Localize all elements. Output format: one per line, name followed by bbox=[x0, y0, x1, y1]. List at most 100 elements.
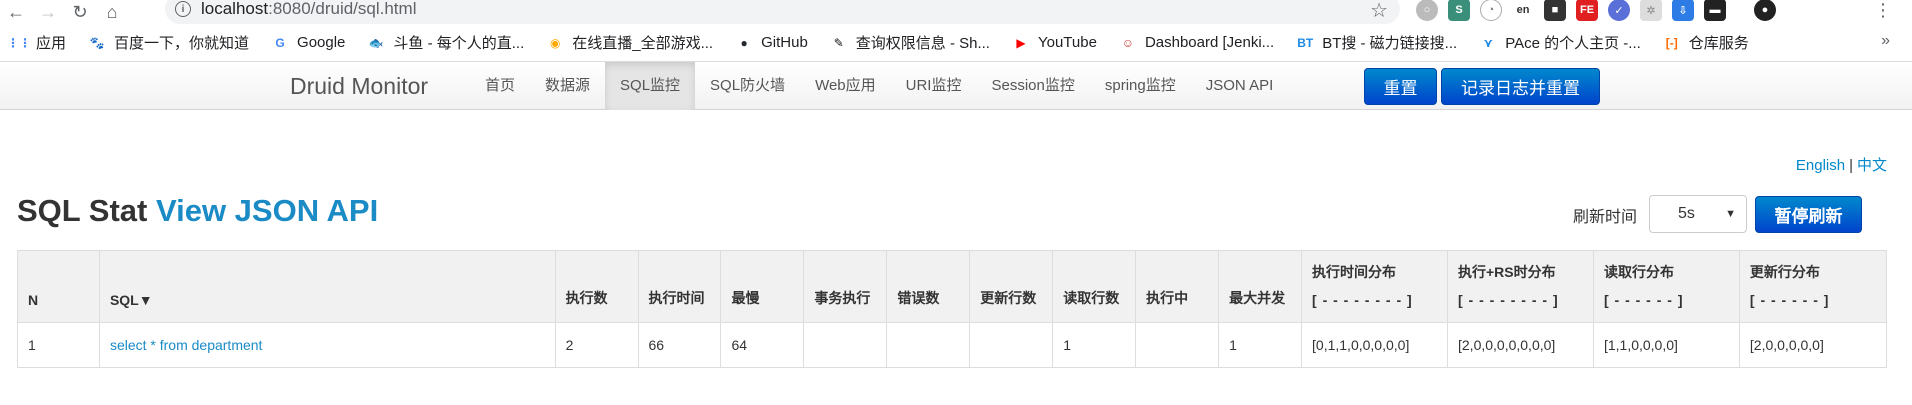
repo-icon: [-] bbox=[1665, 35, 1678, 50]
nav-item[interactable]: SQL防火墙 bbox=[695, 62, 800, 110]
profile-avatar-icon[interactable]: ● bbox=[1754, 0, 1776, 21]
nav-item[interactable]: Web应用 bbox=[800, 62, 891, 110]
column-header[interactable]: 事务执行 bbox=[803, 250, 888, 323]
column-header[interactable]: 读取行数 bbox=[1052, 250, 1137, 323]
bookmark-item[interactable]: ◉ 在线直播_全部游戏... bbox=[546, 32, 713, 53]
bookmark-item[interactable]: BT BT搜 - 磁力链接搜... bbox=[1296, 32, 1457, 53]
back-icon[interactable]: ← bbox=[0, 0, 32, 24]
column-header[interactable]: 错误数 bbox=[886, 250, 971, 323]
bookmark-star-icon[interactable]: ☆ bbox=[1370, 0, 1388, 23]
bookmark-label: BT搜 - 磁力链接搜... bbox=[1322, 35, 1458, 52]
chinese-link[interactable]: 中文 bbox=[1857, 157, 1887, 174]
bookmark-item[interactable]: ▶ YouTube bbox=[1012, 34, 1097, 52]
column-header[interactable]: 更新行数 bbox=[969, 250, 1054, 323]
refresh-time-label: 刷新时间 bbox=[1573, 209, 1638, 226]
nav-item[interactable]: URI监控 bbox=[891, 62, 977, 110]
bookmark-item[interactable]: [-] 仓库服务 bbox=[1663, 32, 1749, 53]
column-header-label: 读取行数 bbox=[1063, 290, 1120, 306]
language-switch: English | 中文 bbox=[1796, 154, 1887, 175]
column-header[interactable]: 执行时间 bbox=[637, 250, 722, 323]
extension-circle-icon[interactable]: ○ bbox=[1416, 0, 1438, 21]
view-json-api-link[interactable]: View JSON API bbox=[156, 193, 378, 228]
nav-item[interactable]: spring监控 bbox=[1090, 62, 1191, 110]
column-header-label: 更新行数 bbox=[980, 290, 1037, 306]
bookmark-label: YouTube bbox=[1037, 34, 1097, 51]
bookmark-item[interactable]: ☺ Dashboard [Jenki... bbox=[1119, 34, 1274, 52]
column-header-label: 执行中 bbox=[1146, 290, 1189, 306]
column-header[interactable]: 执行数 bbox=[554, 250, 639, 323]
bookmark-item[interactable]: G Google bbox=[271, 34, 345, 52]
nav-item[interactable]: JSON API bbox=[1191, 62, 1289, 110]
bookmark-label: 在线直播_全部游戏... bbox=[572, 35, 714, 52]
bookmark-item[interactable]: ● GitHub bbox=[735, 34, 807, 52]
column-header[interactable]: 执行中 bbox=[1135, 250, 1220, 323]
browser-menu-icon[interactable]: ⋮ bbox=[1874, 0, 1892, 21]
table-row: 1 select * from department 2 66 64 1 1 [0,1,1,0… bbox=[17, 322, 1888, 368]
sql-sort-header[interactable]: SQL▼ bbox=[98, 250, 556, 323]
table-cell: select * from department bbox=[98, 322, 556, 368]
log-and-reset-button[interactable]: 记录日志并重置 bbox=[1441, 68, 1600, 105]
distribution-range-label: [ - - - - - - - - ] bbox=[1458, 292, 1559, 308]
extension-gear-icon[interactable]: ✲ bbox=[1640, 0, 1662, 21]
column-header[interactable]: 执行时间分布 [ - - - - - - - - ] bbox=[1301, 250, 1448, 323]
nav-item[interactable]: SQL监控 bbox=[605, 62, 696, 110]
english-link[interactable]: English bbox=[1796, 157, 1845, 174]
table-cell bbox=[886, 322, 971, 368]
bookmark-item[interactable]: ✎ 查询权限信息 - Sh... bbox=[830, 32, 990, 53]
chevron-down-icon: ▼ bbox=[1725, 208, 1736, 220]
more-bookmarks-icon[interactable]: » bbox=[1881, 32, 1890, 50]
extension-download-icon[interactable]: ⇩ bbox=[1672, 0, 1694, 21]
home-icon[interactable]: ⌂ bbox=[96, 0, 128, 24]
column-header-label: 读取行分布 bbox=[1603, 264, 1674, 280]
bookmark-label: 百度一下，你就知道 bbox=[114, 35, 250, 52]
extension-s-icon[interactable]: S bbox=[1448, 0, 1470, 21]
address-bar[interactable]: i localhost:8080/druid/sql.html ☆ bbox=[165, 0, 1400, 24]
table-cell: [2,0,0,0,0,0,0,0] bbox=[1447, 322, 1594, 368]
nav-item[interactable]: 首页 bbox=[470, 62, 530, 110]
bt-icon: BT bbox=[1297, 35, 1314, 50]
table-cell: 1 bbox=[17, 322, 100, 368]
extension-check-icon[interactable]: ✓ bbox=[1608, 0, 1630, 21]
bookmark-label: 仓库服务 bbox=[1688, 35, 1749, 52]
huya-icon: ◉ bbox=[550, 35, 561, 50]
reset-button[interactable]: 重置 bbox=[1364, 68, 1437, 105]
extension-translate-icon[interactable]: en bbox=[1512, 0, 1534, 21]
bookmark-label: Google bbox=[297, 34, 346, 51]
column-header-label: 执行+RS时分布 bbox=[1458, 264, 1556, 280]
column-header[interactable]: 最慢 bbox=[720, 250, 805, 323]
table-cell bbox=[969, 322, 1054, 368]
brand-title[interactable]: Druid Monitor bbox=[290, 73, 428, 100]
column-header-label: 执行数 bbox=[565, 290, 608, 306]
bookmark-item[interactable]: ⋎ PAce 的个人主页 -... bbox=[1479, 32, 1641, 53]
title-text: SQL Stat bbox=[17, 193, 148, 228]
column-header[interactable]: 更新行分布 [ - - - - - - ] bbox=[1738, 250, 1888, 323]
extension-gauge-icon[interactable]: ◔ bbox=[1480, 0, 1502, 21]
table-cell: [2,0,0,0,0,0] bbox=[1738, 322, 1888, 368]
column-header-label: N bbox=[28, 292, 39, 308]
bookmark-label: PAce 的个人主页 -... bbox=[1505, 35, 1641, 52]
forward-icon[interactable]: → bbox=[32, 0, 64, 24]
pace-icon: ⋎ bbox=[1483, 35, 1494, 50]
sql-stat-table: N SQL▼ 执行数 执行时间 最慢 事务执行 错误数 更新行数 读取行数 执行中 最大并发 执行时间… bbox=[17, 250, 1888, 368]
extension-fe-icon[interactable]: FE bbox=[1576, 0, 1598, 21]
bookmark-item[interactable]: 🐟 斗鱼 - 每个人的直... bbox=[367, 32, 524, 53]
extension-mask-icon[interactable]: ▬ bbox=[1704, 0, 1726, 21]
column-header[interactable]: 最大并发 bbox=[1218, 250, 1303, 323]
refresh-interval-select[interactable]: 5s ▼ bbox=[1649, 195, 1747, 233]
table-cell bbox=[803, 322, 888, 368]
column-header-label: 执行时间分布 bbox=[1312, 264, 1397, 280]
pause-refresh-button[interactable]: 暂停刷新 bbox=[1755, 196, 1862, 233]
column-header[interactable]: N bbox=[17, 250, 100, 323]
bookmark-item[interactable]: 🐾 百度一下，你就知道 bbox=[88, 32, 250, 53]
column-header[interactable]: 执行+RS时分布 [ - - - - - - - - ] bbox=[1447, 250, 1594, 323]
extensions-bar: ○ S ◔ en ■ FE ✓ ✲ ⇩ ▬ ● bbox=[1416, 0, 1776, 21]
sql-detail-link[interactable]: select * from department bbox=[110, 337, 263, 353]
extension-ghost-icon[interactable]: ■ bbox=[1544, 0, 1566, 21]
nav-item[interactable]: Session监控 bbox=[976, 62, 1089, 110]
column-header[interactable]: 读取行分布 [ - - - - - - ] bbox=[1592, 250, 1740, 323]
table-cell: 1 bbox=[1052, 322, 1137, 368]
site-info-icon[interactable]: i bbox=[175, 1, 191, 17]
bookmark-item[interactable]: ⋮⋮ 应用 bbox=[7, 32, 66, 53]
reload-icon[interactable]: ↻ bbox=[64, 0, 96, 24]
nav-item[interactable]: 数据源 bbox=[530, 62, 605, 110]
